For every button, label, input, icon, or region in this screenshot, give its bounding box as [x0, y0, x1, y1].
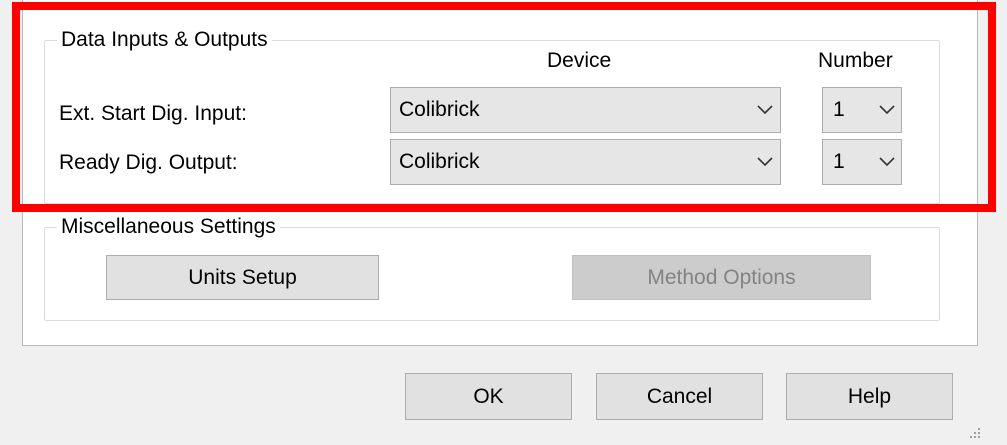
ext-start-device-select[interactable]: Colibrick — [390, 87, 781, 133]
chevron-down-icon — [873, 88, 901, 132]
ready-output-device-select[interactable]: Colibrick — [390, 139, 781, 185]
ready-output-number-select[interactable]: 1 — [822, 139, 902, 185]
ext-start-number-value: 1 — [833, 98, 845, 121]
ext-start-dig-input-label: Ext. Start Dig. Input: — [59, 102, 247, 125]
ready-output-number-value: 1 — [833, 150, 845, 173]
size-grip-icon[interactable] — [966, 424, 982, 440]
chevron-down-icon — [750, 88, 780, 132]
data-io-group-title: Data Inputs & Outputs — [57, 28, 272, 52]
method-options-button[interactable]: Method Options — [572, 255, 871, 300]
ext-start-number-select[interactable]: 1 — [822, 87, 902, 133]
chevron-down-icon — [750, 140, 780, 184]
number-column-header: Number — [818, 49, 893, 72]
cancel-button[interactable]: Cancel — [596, 373, 763, 420]
help-button[interactable]: Help — [786, 373, 953, 420]
ready-output-device-value: Colibrick — [399, 150, 480, 173]
ext-start-device-value: Colibrick — [399, 98, 480, 121]
ready-dig-output-label: Ready Dig. Output: — [59, 151, 238, 174]
misc-settings-group-title: Miscellaneous Settings — [57, 215, 280, 239]
ok-button[interactable]: OK — [405, 373, 572, 420]
units-setup-button[interactable]: Units Setup — [106, 255, 379, 300]
chevron-down-icon — [873, 140, 901, 184]
device-column-header: Device — [547, 49, 612, 72]
